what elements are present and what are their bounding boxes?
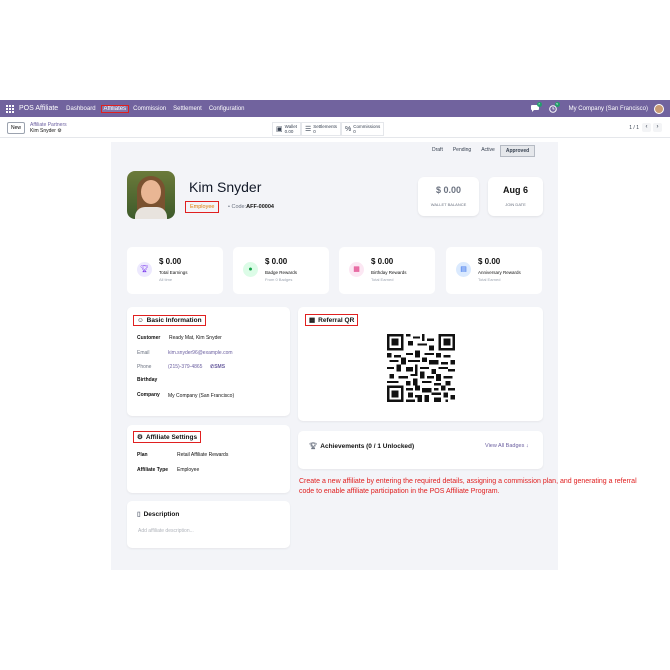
- description-field[interactable]: Add affiliate description...: [138, 528, 194, 534]
- sms-button[interactable]: ✆SMS: [210, 364, 225, 370]
- phone-field[interactable]: (215)-379-4865: [168, 364, 202, 370]
- affiliate-name[interactable]: Kim Snyder: [189, 179, 261, 195]
- affiliate-type-label: Affiliate Type: [137, 467, 169, 473]
- menu-dashboard[interactable]: Dashboard: [64, 106, 97, 112]
- pager-value: 1 / 1: [629, 124, 639, 131]
- pager-next-button[interactable]: ›: [653, 123, 662, 132]
- trophy-icon: 🏆︎: [137, 262, 152, 277]
- activity-clock-icon[interactable]: 5: [548, 102, 560, 113]
- user-icon: ☺: [137, 317, 144, 324]
- description-title: ▯ Description: [137, 510, 180, 519]
- email-field[interactable]: kim.snyder96@example.com: [168, 350, 233, 356]
- qr-icon: ▦: [309, 317, 316, 324]
- calendar-icon: ▤: [456, 262, 471, 277]
- activity-count: 5: [554, 102, 560, 107]
- wallet-balance-label: WALLET BALANCE: [430, 202, 467, 207]
- wallet-icon: ▣: [276, 125, 283, 133]
- arrow-down-icon: ↓: [525, 443, 529, 449]
- smart-buttons: ▣ Wallet 0.00 ☰ Settlements 0 % Commission…: [272, 122, 385, 136]
- basic-information-title: ☺ Basic Information: [133, 315, 206, 326]
- new-button[interactable]: New: [7, 121, 26, 134]
- affiliate-type-badge: Employee: [185, 201, 220, 213]
- description-card: [127, 501, 290, 548]
- customer-label: Customer: [137, 335, 161, 341]
- stage-active[interactable]: Active: [476, 145, 500, 157]
- stage-draft[interactable]: Draft: [427, 145, 448, 157]
- achievements-title: 🏆︎ Achievements (0 / 1 Unlocked): [309, 442, 415, 451]
- affiliate-type-field[interactable]: Employee: [177, 467, 199, 473]
- app-brand[interactable]: POS Affiliate: [19, 105, 58, 112]
- messages-count: 7: [536, 102, 542, 107]
- commissions-smart-button[interactable]: % Commissions 0: [341, 122, 385, 136]
- percent-icon: %: [345, 125, 352, 133]
- view-all-badges-link[interactable]: View All Badges ↓: [485, 443, 529, 449]
- reward-card-total-earnings: 🏆︎ $ 0.00 Total Earnings All time: [127, 247, 223, 294]
- list-icon: ☰: [304, 125, 312, 133]
- plan-label: Plan: [137, 452, 148, 458]
- affiliate-settings-title: ⚙ Affiliate Settings: [133, 431, 202, 443]
- stage-approved[interactable]: Approved: [499, 145, 536, 157]
- join-date-value: Aug 6: [502, 185, 528, 195]
- affiliate-code: • Code:AFF-00004: [228, 204, 274, 210]
- join-date-label: JOIN DATE: [505, 202, 526, 207]
- referral-qr-code: [387, 334, 455, 402]
- document-icon: ▯: [137, 511, 141, 518]
- birthday-label: Birthday: [137, 377, 158, 383]
- page: POS Affiliate Dashboard Affiliates Commi…: [0, 0, 670, 670]
- affiliate-photo[interactable]: [127, 171, 175, 219]
- join-date-card: Aug 6 JOIN DATE: [488, 177, 543, 216]
- apps-menu-icon[interactable]: [6, 104, 14, 113]
- reward-card-anniversary: ▤ $ 0.00 Anniversary Rewards Total Earne…: [446, 247, 542, 294]
- menu-commission[interactable]: Commission: [131, 106, 168, 112]
- settlements-smart-button[interactable]: ☰ Settlements 0: [300, 122, 342, 136]
- stage-pending[interactable]: Pending: [448, 145, 476, 157]
- gear-icon: ⚙: [137, 434, 143, 441]
- gear-icon[interactable]: ⚙: [57, 128, 61, 134]
- reward-card-badge: ● $ 0.00 Badge Rewards From 0 Badges: [233, 247, 329, 294]
- cake-icon: ▦: [349, 262, 364, 277]
- menu-configuration[interactable]: Configuration: [207, 106, 247, 112]
- phone-label: Phone: [137, 364, 152, 370]
- control-panel: New Affiliate Partners Kim Snyder ⚙ ▣ Wa…: [0, 118, 670, 138]
- referral-qr-title: ▦ Referral QR: [305, 314, 359, 326]
- messages-icon[interactable]: 7: [530, 102, 542, 112]
- pager: 1 / 1 ‹ ›: [629, 123, 662, 132]
- top-navbar: POS Affiliate Dashboard Affiliates Commi…: [0, 100, 670, 117]
- company-switcher[interactable]: My Company (San Francisco): [569, 106, 648, 112]
- status-bar: Draft Pending Active Approved: [427, 145, 536, 157]
- wallet-balance-card: $ 0.00 WALLET BALANCE: [418, 177, 479, 216]
- wallet-smart-button[interactable]: ▣ Wallet 0.00: [272, 122, 301, 136]
- company-label: Company: [137, 392, 160, 398]
- company-field[interactable]: My Company (San Francisco): [168, 393, 234, 399]
- breadcrumb-current: Kim Snyder: [30, 127, 56, 134]
- menu-settlement[interactable]: Settlement: [171, 106, 204, 112]
- trophy-icon: 🏆︎: [309, 443, 318, 450]
- email-label: Email: [137, 350, 150, 356]
- reward-card-birthday: ▦ $ 0.00 Birthday Rewards Total Earned: [339, 247, 435, 294]
- menu-affiliates[interactable]: Affiliates: [100, 104, 130, 113]
- user-avatar[interactable]: [654, 103, 664, 114]
- wallet-balance-value: $ 0.00: [435, 185, 462, 195]
- plan-field[interactable]: Retail Affiliate Rewards: [177, 452, 228, 458]
- annotation-note: Create a new affiliate by entering the r…: [299, 478, 637, 495]
- badge-icon: ●: [243, 262, 258, 277]
- breadcrumb: Affiliate Partners Kim Snyder ⚙: [30, 122, 67, 134]
- achievements-card: [298, 431, 543, 469]
- pager-previous-button[interactable]: ‹: [642, 123, 651, 132]
- customer-field[interactable]: Ready Mat, Kim Snyder: [169, 335, 222, 341]
- navbar-right: 7 5 My Company (San Francisco): [530, 102, 664, 114]
